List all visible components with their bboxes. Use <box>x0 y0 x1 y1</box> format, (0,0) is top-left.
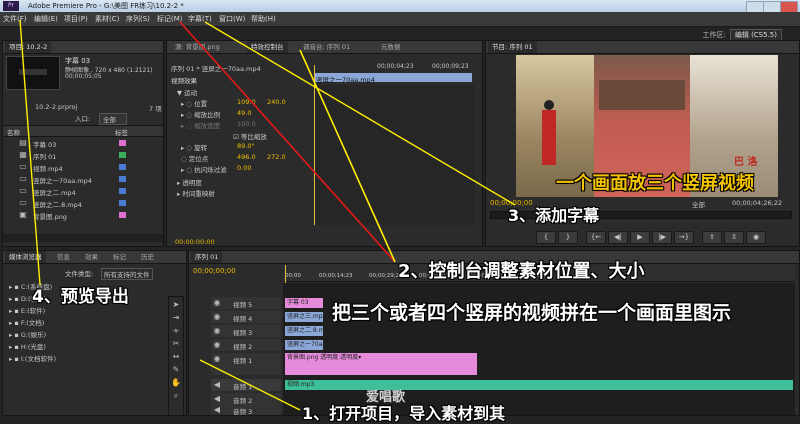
watermark: 爱唱歌 <box>366 390 406 405</box>
annotation-headline: 把三个或者四个竖屏的视频拼在一个画面里图示 <box>332 302 732 324</box>
arrow-line-2b <box>299 49 396 263</box>
arrow-line-3 <box>204 21 516 206</box>
annotation-step-3: 3、添加字幕 <box>508 206 600 225</box>
arrow-line-2a <box>179 21 396 263</box>
arrow-line-1 <box>199 359 301 411</box>
arrow-line-4 <box>19 19 41 286</box>
annotation-step-4: 4、预览导出 <box>32 287 129 307</box>
annotation-step-2: 2、控制台调整素材位置、大小 <box>398 261 645 282</box>
annotation-arrows <box>19 19 516 411</box>
